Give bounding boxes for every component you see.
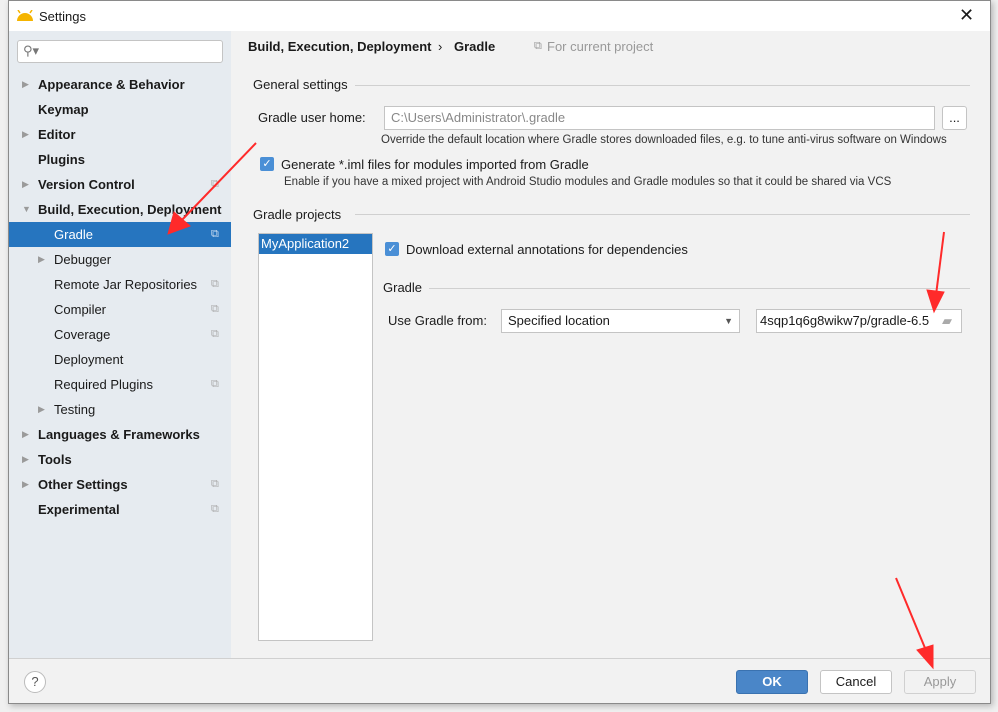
use-gradle-from-value: Specified location [508, 313, 610, 328]
sidebar-item-label: Editor [38, 127, 76, 142]
sidebar-item[interactable]: ▶ Editor [9, 122, 231, 147]
project-scope-icon: ⧉ [211, 328, 219, 340]
project-scope-icon: ⧉ [211, 228, 219, 240]
sidebar-item[interactable]: ▶ Other Settings ⧉ [9, 472, 231, 497]
gradle-location-value: 4sqp1q6g8wikw7p/gradle-6.5 [760, 313, 930, 328]
project-scope-icon: ⧉ [211, 278, 219, 290]
sidebar-item-label: Appearance & Behavior [38, 77, 185, 92]
sidebar-item-label: Coverage [54, 327, 111, 342]
project-scope-icon: ⧉ [534, 40, 542, 52]
sidebar-item[interactable]: Compiler ⧉ [9, 297, 231, 322]
chevron-down-icon: ▼ [724, 316, 733, 326]
sidebar-item[interactable]: ▶ Languages & Frameworks [9, 422, 231, 447]
generate-iml-label: Generate *.iml files for modules importe… [281, 157, 589, 172]
sidebar-item[interactable]: Plugins [9, 147, 231, 172]
collapsed-arrow-icon[interactable]: ▶ [22, 447, 29, 472]
sidebar-item[interactable]: Remote Jar Repositories ⧉ [9, 272, 231, 297]
gradle-projects-heading: Gradle projects [253, 207, 342, 222]
settings-tree: ⚲▾ ▶ Appearance & Behavior Keymap ▶ Editor Pl… [9, 31, 231, 658]
ok-button[interactable]: OK [736, 670, 808, 694]
project-scope-icon: ⧉ [211, 478, 219, 490]
sidebar-item-label: Build, Execution, Deployment [38, 202, 222, 217]
collapsed-arrow-icon[interactable]: ▶ [22, 172, 29, 197]
sidebar-item-label: Deployment [54, 352, 124, 367]
title-bar: Settings ✕ [9, 1, 990, 31]
sidebar-item-label: Plugins [38, 152, 85, 167]
sidebar-item-label: Tools [38, 452, 72, 467]
breadcrumb-parent: Build, Execution, Deployment [248, 39, 432, 54]
help-button[interactable]: ? [24, 671, 46, 693]
sidebar-item-label: Testing [54, 402, 96, 417]
sidebar-item[interactable]: Gradle ⧉ [9, 222, 231, 247]
collapsed-arrow-icon[interactable]: ▶ [22, 122, 29, 147]
collapsed-arrow-icon[interactable]: ▶ [22, 472, 29, 497]
cancel-button[interactable]: Cancel [820, 670, 892, 694]
gradle-section-heading: Gradle [383, 280, 423, 295]
search-input[interactable]: ⚲▾ [17, 40, 223, 63]
generate-iml-checkbox[interactable]: ✓ [260, 157, 274, 171]
sidebar-item[interactable]: ▶ Debugger [9, 247, 231, 272]
download-annotations-label: Download external annotations for depend… [406, 242, 688, 257]
sidebar-item[interactable]: Required Plugins ⧉ [9, 372, 231, 397]
close-icon[interactable]: ✕ [959, 5, 974, 26]
sidebar-item-label: Required Plugins [54, 377, 154, 392]
sidebar-item[interactable]: Deployment [9, 347, 231, 372]
android-studio-icon [17, 10, 33, 21]
sidebar-item-label: Other Settings [38, 477, 128, 492]
sidebar-item[interactable]: Coverage ⧉ [9, 322, 231, 347]
general-settings-heading: General settings [253, 77, 348, 92]
project-scope-icon: ⧉ [211, 503, 219, 515]
sidebar-item-label: Version Control [38, 177, 135, 192]
user-home-hint: Override the default location where Grad… [381, 134, 947, 146]
project-scope-icon: ⧉ [211, 303, 219, 315]
folder-icon[interactable]: ▰ [936, 310, 958, 332]
sidebar-item-label: Remote Jar Repositories [54, 277, 198, 292]
sidebar-item-label: Compiler [54, 302, 107, 317]
settings-dialog: Settings ✕ ⚲▾ ▶ Appearance & Behavior Keym… [8, 0, 991, 704]
collapsed-arrow-icon[interactable]: ▶ [22, 72, 29, 97]
sidebar-item[interactable]: ▼ Build, Execution, Deployment [9, 197, 231, 222]
use-gradle-from-label: Use Gradle from: [388, 313, 487, 328]
window-title: Settings [39, 9, 86, 24]
sidebar-item-label: Experimental [38, 502, 120, 517]
generate-iml-hint: Enable if you have a mixed project with … [284, 176, 892, 188]
collapsed-arrow-icon[interactable]: ▶ [22, 422, 29, 447]
sidebar-item[interactable]: ▶ Testing [9, 397, 231, 422]
sidebar-item-label: Languages & Frameworks [38, 427, 200, 442]
sidebar-item[interactable]: ▶ Tools [9, 447, 231, 472]
gradle-user-home-label: Gradle user home: [258, 110, 366, 125]
collapsed-arrow-icon[interactable]: ▶ [38, 397, 45, 422]
sidebar-item-label: Gradle [54, 227, 94, 242]
breadcrumb-separator: › [438, 39, 443, 54]
apply-button[interactable]: Apply [904, 670, 976, 694]
sidebar-item[interactable]: Experimental ⧉ [9, 497, 231, 522]
sidebar-item-label: Debugger [54, 252, 112, 267]
gradle-projects-list: MyApplication2 [258, 233, 373, 641]
expanded-arrow-icon[interactable]: ▼ [22, 197, 31, 222]
use-gradle-from-select[interactable]: Specified location ▼ [501, 309, 740, 333]
collapsed-arrow-icon[interactable]: ▶ [38, 247, 45, 272]
search-icon: ⚲▾ [23, 43, 40, 58]
gradle-user-home-input[interactable]: C:\Users\Administrator\.gradle [384, 106, 935, 130]
breadcrumb-current: Gradle [454, 39, 496, 54]
sidebar-item[interactable]: ▶ Version Control ⧉ [9, 172, 231, 197]
download-annotations-checkbox[interactable]: ✓ [385, 242, 399, 256]
scope-label: For current project [547, 39, 654, 54]
sidebar-item[interactable]: ▶ Appearance & Behavior [9, 72, 231, 97]
project-scope-icon: ⧉ [211, 178, 219, 190]
sidebar-item-label: Keymap [38, 102, 89, 117]
project-list-item[interactable]: MyApplication2 [259, 234, 372, 254]
project-scope-icon: ⧉ [211, 378, 219, 390]
sidebar-item[interactable]: Keymap [9, 97, 231, 122]
gradle-location-input[interactable]: 4sqp1q6g8wikw7p/gradle-6.5 ▰ [756, 309, 962, 333]
browse-button[interactable]: ... [942, 106, 967, 130]
